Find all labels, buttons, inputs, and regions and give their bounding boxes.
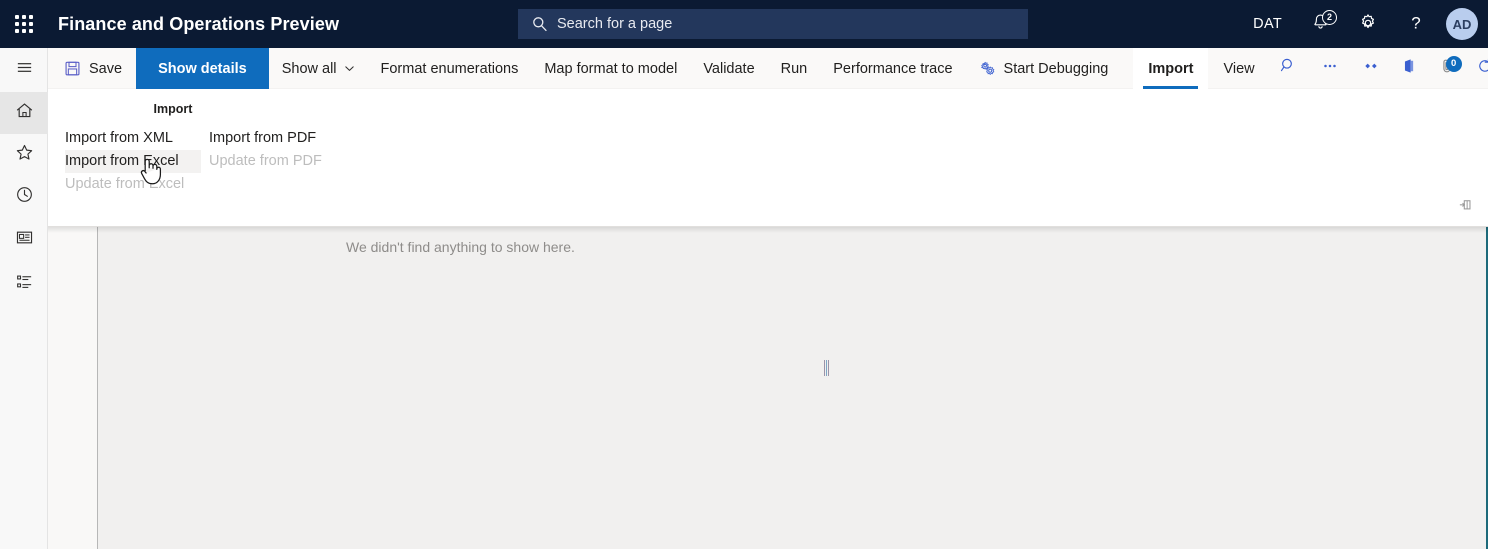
left-navigation-rail [0, 48, 48, 549]
format-enumerations-button[interactable]: Format enumerations [368, 48, 532, 89]
sidebar-item-workspaces[interactable] [0, 218, 48, 262]
search-placeholder: Search for a page [557, 16, 673, 32]
map-format-to-model-button[interactable]: Map format to model [531, 48, 690, 89]
user-avatar[interactable]: AD [1446, 8, 1478, 40]
sidebar-item-home[interactable] [0, 92, 48, 134]
gears-icon [979, 60, 996, 77]
refresh-icon [1476, 57, 1488, 80]
import-group: Import Import from XML Import from Excel… [48, 89, 339, 196]
import-menu-column-1: Import from XML Import from Excel Update… [65, 127, 201, 196]
clock-icon [15, 185, 34, 209]
pin-ribbon-button[interactable] [1456, 198, 1474, 216]
top-right-actions: DAT 2 ? AD [1239, 0, 1488, 48]
ribbon-office-button[interactable] [1390, 48, 1428, 89]
chevron-down-icon [344, 63, 355, 74]
waffle-icon [15, 15, 33, 33]
show-all-label: Show all [281, 60, 337, 77]
import-menu-columns: Import from XML Import from Excel Update… [48, 127, 339, 196]
import-ribbon-panel: Import Import from XML Import from Excel… [48, 89, 1488, 227]
notification-count-badge: 2 [1322, 10, 1337, 25]
menu-item-import-from-excel[interactable]: Import from Excel [65, 150, 201, 173]
save-label: Save [89, 60, 123, 77]
app-title: Finance and Operations Preview [58, 13, 340, 34]
start-debugging-button[interactable]: Start Debugging [966, 48, 1122, 89]
workspace-left-column [48, 227, 98, 549]
ribbon-right-actions: 0 [1270, 48, 1488, 88]
show-details-button[interactable]: Show details [136, 48, 269, 89]
ribbon-refresh-button[interactable] [1466, 48, 1488, 89]
home-icon [15, 101, 34, 125]
notifications-button[interactable]: 2 [1296, 0, 1344, 48]
tab-view-label: View [1223, 60, 1255, 77]
workspace-area: We didn't find anything to show here. [48, 227, 1488, 549]
import-menu-column-2: Import from PDF Update from PDF [209, 127, 339, 196]
save-disk-icon [64, 60, 81, 77]
search-input[interactable]: Search for a page [518, 9, 1028, 39]
sidebar-item-favorites[interactable] [0, 134, 48, 176]
empty-state-message: We didn't find anything to show here. [346, 239, 575, 255]
question-mark-icon: ? [1406, 13, 1426, 36]
ribbon-attachments-button[interactable]: 0 [1428, 48, 1466, 89]
search-icon [1280, 57, 1297, 79]
hamburger-icon [15, 58, 34, 82]
ribbon-overflow-button[interactable] [1308, 48, 1352, 89]
validate-label: Validate [703, 60, 755, 77]
performance-trace-button[interactable]: Performance trace [820, 48, 965, 89]
format-enumerations-label: Format enumerations [380, 60, 519, 77]
tab-view[interactable]: View [1208, 48, 1269, 89]
app-launcher-button[interactable] [0, 0, 48, 48]
ellipsis-icon [1321, 57, 1339, 80]
search-icon [532, 16, 548, 32]
show-details-label: Show details [158, 60, 247, 77]
gear-icon [1358, 13, 1378, 36]
avatar-initials: AD [1452, 16, 1472, 32]
show-all-dropdown[interactable]: Show all [269, 48, 368, 89]
performance-trace-label: Performance trace [833, 60, 953, 77]
run-button[interactable]: Run [768, 48, 821, 89]
star-icon [15, 143, 34, 167]
help-button[interactable]: ? [1392, 0, 1440, 48]
link-share-icon [1362, 57, 1380, 80]
sidebar-item-recent[interactable] [0, 176, 48, 218]
settings-button[interactable] [1344, 0, 1392, 48]
ribbon-share-button[interactable] [1352, 48, 1390, 89]
save-button[interactable]: Save [48, 48, 136, 89]
workspace-main-panel: We didn't find anything to show here. [98, 227, 1486, 549]
list-icon [15, 272, 34, 296]
menu-item-import-from-xml[interactable]: Import from XML [65, 127, 201, 150]
svg-text:?: ? [1411, 13, 1420, 32]
attachment-count-badge: 0 [1445, 55, 1462, 72]
sidebar-item-modules[interactable] [0, 262, 48, 306]
workspace-icon [15, 228, 34, 252]
ribbon-toolbar: Save Show details Show all Format enumer… [48, 48, 1488, 89]
office-app-icon [1400, 57, 1418, 80]
sidebar-item-hamburger-menu[interactable] [0, 48, 48, 92]
import-group-title: Import [153, 102, 193, 116]
start-debugging-label: Start Debugging [1003, 60, 1109, 77]
map-format-to-model-label: Map format to model [544, 60, 678, 77]
validate-button[interactable]: Validate [690, 48, 767, 89]
company-indicator[interactable]: DAT [1239, 0, 1296, 48]
menu-item-update-from-pdf: Update from PDF [209, 153, 322, 169]
top-navigation-bar: Finance and Operations Preview Search fo… [0, 0, 1488, 48]
ribbon-search-button[interactable] [1270, 48, 1308, 89]
menu-item-import-from-pdf[interactable]: Import from PDF [209, 127, 339, 150]
panel-splitter[interactable] [824, 360, 829, 376]
run-label: Run [780, 60, 808, 77]
tab-import[interactable]: Import [1133, 48, 1209, 89]
pin-ribbon-icon [1457, 197, 1473, 218]
tab-import-label: Import [1148, 60, 1194, 77]
menu-item-update-from-excel: Update from Excel [65, 176, 185, 192]
